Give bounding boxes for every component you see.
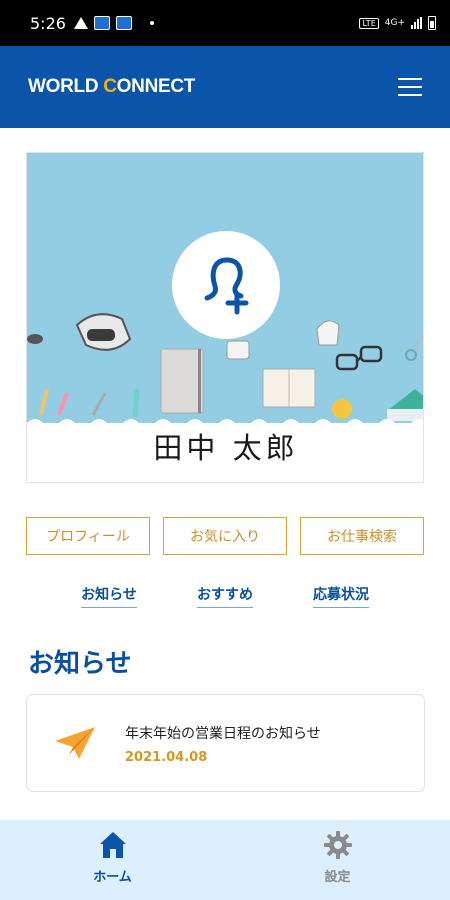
home-icon: [99, 832, 126, 858]
app-logo[interactable]: WORLD C ONNECT: [28, 76, 195, 98]
vr-headset-illustration: [75, 313, 132, 351]
volte-icon: LTE: [359, 17, 379, 29]
tab-application-status-label: 応募状況: [313, 584, 369, 608]
tab-recommended[interactable]: おすすめ: [167, 584, 283, 608]
nav-home[interactable]: ホーム: [0, 820, 225, 900]
app-header: WORLD C ONNECT: [0, 46, 450, 128]
tab-notices-label: お知らせ: [81, 584, 137, 608]
app-notification-icon: [115, 16, 132, 30]
add-user-icon[interactable]: [172, 231, 280, 339]
profile-actions: プロフィール お気に入り お仕事検索: [26, 517, 424, 555]
nav-settings[interactable]: 設定: [225, 820, 450, 900]
warning-icon: [73, 17, 88, 29]
section-title: お知らせ: [28, 649, 132, 679]
hamburger-menu-icon[interactable]: [398, 78, 422, 96]
tab-recommended-label: おすすめ: [197, 584, 253, 608]
profile-button[interactable]: プロフィール: [26, 517, 150, 555]
news-title: 年末年始の営業日程のお知らせ: [125, 726, 321, 742]
app-notification-icon: [93, 16, 110, 30]
bottom-navigation: ホーム 設定: [0, 820, 450, 900]
news-date: 2021.04.08: [125, 750, 208, 765]
nav-home-label: ホーム: [93, 870, 132, 885]
section-links: お知らせ おすすめ 応募状況: [0, 584, 450, 608]
network-label: 4G+: [384, 18, 405, 28]
status-bar: 5:26 LTE 4G+: [0, 0, 450, 46]
tab-notices[interactable]: お知らせ: [51, 584, 167, 608]
user-name: 田中 太郎: [153, 431, 299, 465]
logo-text-2: ONNECT: [116, 76, 196, 97]
logo-text-1: WORLD: [28, 76, 104, 97]
notification-icons: [73, 16, 154, 30]
logo-text-c: C: [103, 76, 117, 97]
battery-icon: [428, 16, 436, 30]
nav-settings-label: 設定: [324, 870, 351, 885]
paper-plane-icon: [53, 725, 97, 765]
profile-card: 田中 太郎: [26, 152, 424, 483]
status-time: 5:26: [30, 13, 66, 33]
job-search-button[interactable]: お仕事検索: [300, 517, 424, 555]
news-item[interactable]: 年末年始の営業日程のお知らせ 2021.04.08: [26, 694, 425, 792]
signal-icon: [411, 17, 422, 29]
more-notifications-icon: [149, 21, 154, 25]
system-icons: LTE 4G+: [359, 16, 436, 30]
favorites-button[interactable]: お気に入り: [163, 517, 287, 555]
tab-application-status[interactable]: 応募状況: [283, 584, 399, 608]
gear-icon: [323, 831, 352, 859]
